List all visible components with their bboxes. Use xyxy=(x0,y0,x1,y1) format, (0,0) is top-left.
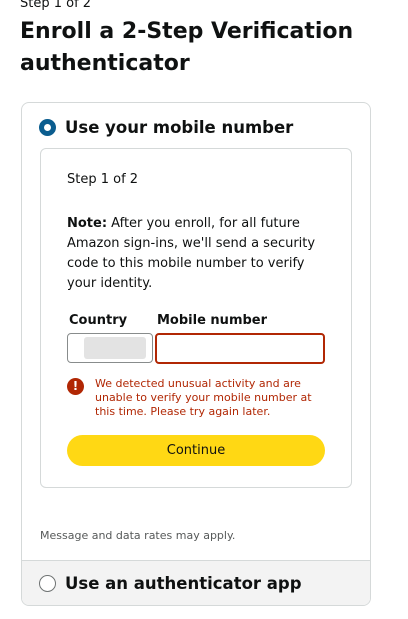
option-app-label[interactable]: Use an authenticator app xyxy=(65,574,302,593)
continue-button[interactable]: Continue xyxy=(67,435,325,466)
country-value-redacted xyxy=(84,337,146,359)
country-label: Country xyxy=(69,313,128,328)
enroll-2sv-page: Step 1 of 2 Enroll a 2-Step Verification… xyxy=(0,0,408,619)
error-message: We detected unusual activity and are una… xyxy=(95,377,312,418)
enroll-note: Note: After you enroll, for all future A… xyxy=(67,214,323,294)
radio-selected-icon[interactable] xyxy=(39,118,56,136)
option-mobile-label[interactable]: Use your mobile number xyxy=(65,118,293,137)
option-authenticator-app[interactable]: Use an authenticator app xyxy=(22,560,370,605)
mobile-number-label: Mobile number xyxy=(157,313,268,328)
option-mobile-number[interactable]: Use your mobile number xyxy=(22,115,370,139)
mobile-number-input[interactable] xyxy=(155,333,325,364)
mobile-number-panel: Step 1 of 2 Note: After you enroll, for … xyxy=(40,148,352,488)
panel-step-indicator: Step 1 of 2 xyxy=(67,172,139,187)
page-title: Enroll a 2-Step Verification authenticat… xyxy=(20,19,354,76)
note-label: Note: xyxy=(67,216,108,231)
data-rates-disclaimer: Message and data rates may apply. xyxy=(40,529,236,542)
enrollment-options-box: Use your mobile number Step 1 of 2 Note:… xyxy=(21,102,371,606)
step-indicator: Step 1 of 2 xyxy=(20,0,92,11)
error-alert-icon: ! xyxy=(67,378,84,395)
country-select[interactable] xyxy=(67,333,153,363)
radio-unselected-icon[interactable] xyxy=(39,575,56,592)
